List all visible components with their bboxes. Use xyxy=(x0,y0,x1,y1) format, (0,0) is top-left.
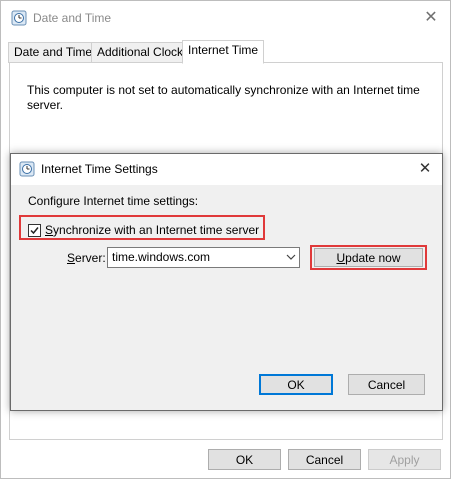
update-now-button[interactable]: Update now xyxy=(314,248,423,267)
clock-globe-icon xyxy=(19,161,35,177)
dialog-cancel-button[interactable]: Cancel xyxy=(348,374,425,395)
sync-label-text: ynchronize with an Internet time server xyxy=(53,223,260,237)
close-icon[interactable]: ✕ xyxy=(420,7,442,29)
window-title: Date and Time xyxy=(33,11,112,25)
configure-label: Configure Internet time settings: xyxy=(28,194,199,208)
server-combobox[interactable]: time.windows.com xyxy=(107,247,300,268)
tab-internet-time[interactable]: Internet Time xyxy=(182,40,265,64)
ok-button[interactable]: OK xyxy=(208,449,281,470)
server-accesskey: S xyxy=(67,251,76,265)
dialog-title: Internet Time Settings xyxy=(41,162,158,176)
clock-globe-icon xyxy=(11,10,27,26)
close-icon[interactable]: ✕ xyxy=(414,158,436,180)
server-value: time.windows.com xyxy=(112,250,211,264)
chevron-down-icon[interactable] xyxy=(286,253,296,261)
sync-checkbox-label[interactable]: Synchronize with an Internet time server xyxy=(45,223,259,237)
dialog-ok-button[interactable]: OK xyxy=(259,374,333,395)
update-accesskey: U xyxy=(336,251,346,265)
tab-date-and-time[interactable]: Date and Time xyxy=(8,42,99,63)
update-label-text: pdate now xyxy=(345,251,401,265)
cancel-button[interactable]: Cancel xyxy=(288,449,361,470)
server-label-text: erver: xyxy=(75,251,106,265)
checkmark-icon xyxy=(30,227,39,235)
tab-additional-clocks[interactable]: Additional Clocks xyxy=(91,42,196,63)
sync-accesskey: S xyxy=(45,223,54,237)
dialog-title-bar: Internet Time Settings ✕ xyxy=(11,154,442,185)
window-title-bar: Date and Time ✕ xyxy=(1,1,450,35)
sync-status-message: This computer is not set to automaticall… xyxy=(27,83,420,112)
server-label: Server: xyxy=(67,251,106,265)
apply-button[interactable]: Apply xyxy=(368,449,441,470)
internet-time-settings-dialog: Internet Time Settings ✕ Configure Inter… xyxy=(10,153,443,411)
sync-checkbox[interactable] xyxy=(28,224,41,237)
